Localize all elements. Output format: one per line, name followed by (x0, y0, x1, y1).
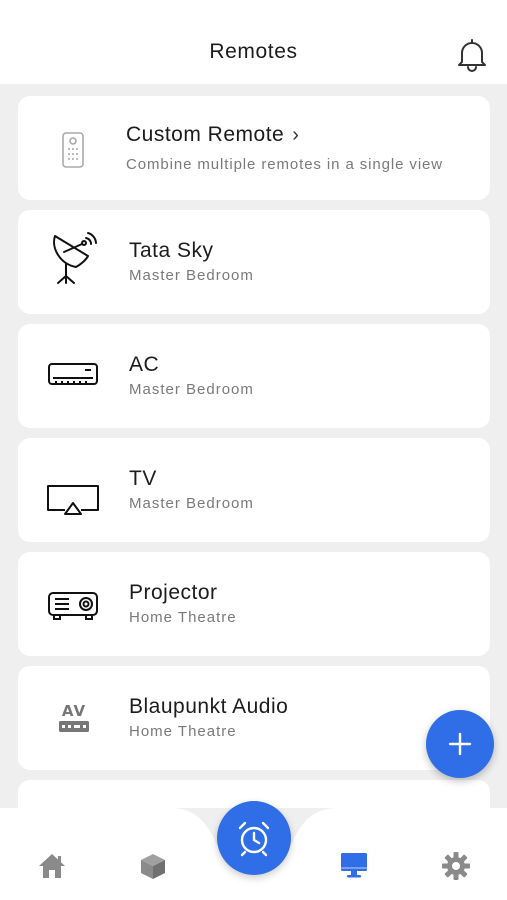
gear-icon (442, 852, 470, 880)
app-header: Remotes (0, 0, 507, 84)
plus-icon (448, 732, 472, 756)
custom-remote-card[interactable]: Custom Remote › Combine multiple remotes … (18, 96, 490, 200)
remote-card-blaupunkt-audio[interactable]: AV Blaupunkt Audio Home Theatre (18, 666, 490, 770)
bottom-tab-bar (0, 801, 507, 900)
remote-control-icon (42, 116, 106, 180)
remote-name: Blaupunkt Audio (129, 695, 289, 718)
remote-room: Home Theatre (129, 609, 237, 626)
remote-room: Master Bedroom (129, 495, 254, 512)
svg-text:AV: AV (62, 702, 86, 720)
chevron-right-icon: › (292, 124, 300, 146)
satellite-dish-icon (42, 230, 106, 294)
page-title: Remotes (209, 40, 298, 63)
remote-list: Custom Remote › Combine multiple remotes … (0, 84, 507, 808)
home-icon (39, 854, 65, 878)
remote-card-tv[interactable]: TV Master Bedroom (18, 438, 490, 542)
tab-home[interactable] (36, 850, 68, 882)
cube-icon (141, 854, 165, 879)
av-receiver-icon: AV (42, 686, 106, 750)
remote-name: Projector (129, 581, 218, 604)
remote-card-ac[interactable]: AC Master Bedroom (18, 324, 490, 428)
tab-settings[interactable] (440, 850, 472, 882)
bell-icon[interactable] (455, 36, 489, 72)
add-remote-button[interactable] (426, 710, 494, 778)
air-conditioner-icon (42, 344, 106, 408)
remote-name: Tata Sky (129, 239, 214, 262)
projector-icon (42, 572, 106, 636)
remote-card-tata-sky[interactable]: Tata Sky Master Bedroom (18, 210, 490, 314)
tv-icon (42, 458, 106, 522)
alarm-button[interactable] (217, 801, 291, 875)
custom-remote-subtitle: Combine multiple remotes in a single vie… (126, 156, 444, 173)
tab-devices[interactable] (137, 850, 169, 882)
remote-name: AC (129, 353, 160, 376)
tab-remotes[interactable] (338, 850, 370, 882)
remote-room: Master Bedroom (129, 267, 254, 284)
remote-room: Master Bedroom (129, 381, 254, 398)
remote-room: Home Theatre (129, 723, 237, 740)
remote-card-projector[interactable]: Projector Home Theatre (18, 552, 490, 656)
custom-remote-title: Custom Remote › (126, 123, 300, 146)
remote-name: TV (129, 467, 157, 490)
monitor-icon (341, 853, 367, 878)
alarm-clock-icon (238, 821, 270, 857)
